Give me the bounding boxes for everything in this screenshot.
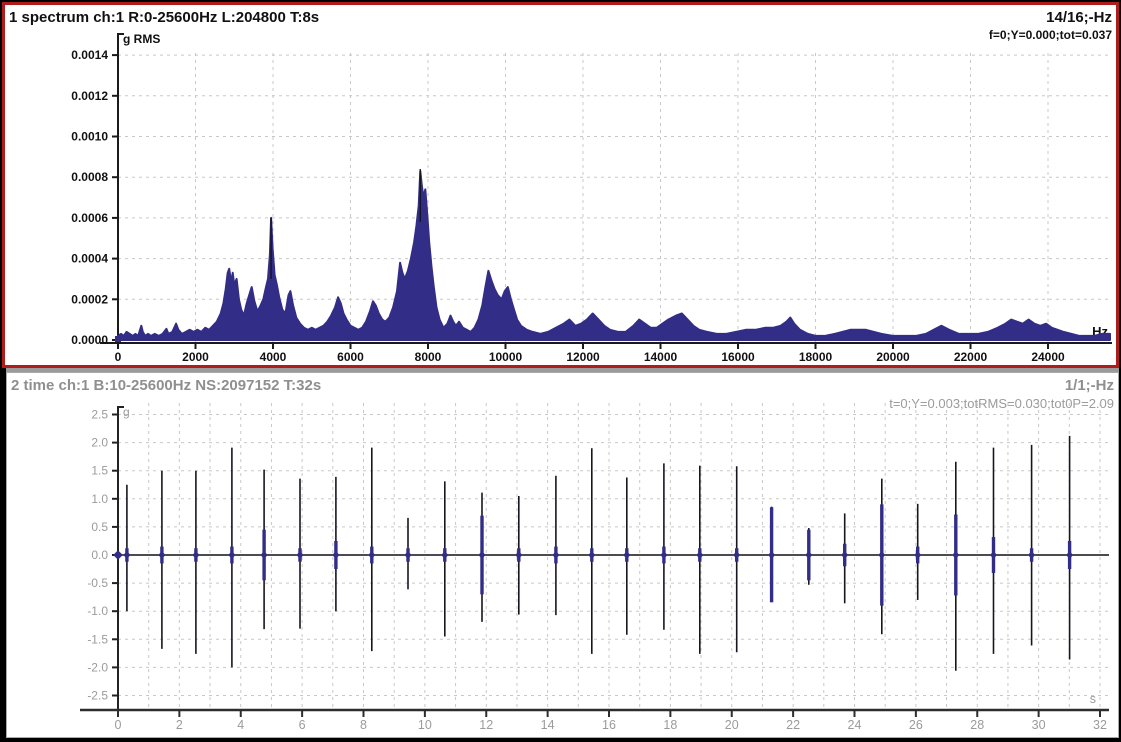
svg-text:0.0006: 0.0006 xyxy=(71,211,108,225)
svg-text:8: 8 xyxy=(360,718,367,732)
svg-text:4000: 4000 xyxy=(260,350,287,364)
svg-text:-0.5: -0.5 xyxy=(87,576,108,590)
svg-text:2.5: 2.5 xyxy=(91,408,108,422)
svg-text:22000: 22000 xyxy=(954,350,988,364)
svg-text:0: 0 xyxy=(115,350,122,364)
svg-text:24: 24 xyxy=(848,718,862,732)
time-plot[interactable]: 2.52.01.51.00.50.0-0.5-1.0-1.5-2.0-2.502… xyxy=(7,373,1118,737)
svg-text:28: 28 xyxy=(970,718,984,732)
svg-text:0.0014: 0.0014 xyxy=(71,48,108,62)
svg-text:0: 0 xyxy=(115,718,122,732)
svg-text:g RMS: g RMS xyxy=(123,32,160,46)
svg-text:14: 14 xyxy=(541,718,555,732)
svg-text:0.5: 0.5 xyxy=(91,520,108,534)
svg-text:20: 20 xyxy=(725,718,739,732)
analyzer-window: { "panels": { "spectrum": { "title": "1 … xyxy=(0,0,1121,742)
svg-text:12: 12 xyxy=(479,718,493,732)
svg-text:6000: 6000 xyxy=(337,350,364,364)
svg-text:12000: 12000 xyxy=(566,350,600,364)
svg-text:4: 4 xyxy=(237,718,244,732)
svg-text:s: s xyxy=(1090,692,1096,706)
svg-text:2000: 2000 xyxy=(182,350,209,364)
svg-text:26: 26 xyxy=(909,718,923,732)
svg-text:16: 16 xyxy=(602,718,616,732)
svg-text:-2.0: -2.0 xyxy=(87,660,108,674)
svg-text:18: 18 xyxy=(663,718,677,732)
svg-text:10: 10 xyxy=(418,718,432,732)
svg-text:20000: 20000 xyxy=(876,350,910,364)
svg-text:1.0: 1.0 xyxy=(91,492,108,506)
svg-text:-2.5: -2.5 xyxy=(87,689,108,703)
svg-text:18000: 18000 xyxy=(799,350,833,364)
svg-text:2: 2 xyxy=(176,718,183,732)
svg-text:16000: 16000 xyxy=(721,350,755,364)
svg-text:6: 6 xyxy=(299,718,306,732)
spectrum-plot[interactable]: 0.0014 0.0012 0.0010 0.0008 0.0006 0.0004 0.00… xyxy=(5,5,1116,365)
svg-text:0.0: 0.0 xyxy=(91,548,108,562)
svg-text:-1.0: -1.0 xyxy=(87,604,108,618)
svg-text:0.0008: 0.0008 xyxy=(71,170,108,184)
svg-text:30: 30 xyxy=(1032,718,1046,732)
svg-text:10000: 10000 xyxy=(489,350,523,364)
spectrum-panel[interactable]: 1 spectrum ch:1 R:0-25600Hz L:204800 T:8… xyxy=(2,2,1119,368)
svg-text:0.0010: 0.0010 xyxy=(71,130,108,144)
svg-text:0.0000: 0.0000 xyxy=(71,333,108,347)
svg-text:g: g xyxy=(123,405,130,419)
svg-text:-1.5: -1.5 xyxy=(87,632,108,646)
svg-text:32: 32 xyxy=(1093,718,1107,732)
svg-text:1.5: 1.5 xyxy=(91,464,108,478)
svg-text:2.0: 2.0 xyxy=(91,436,108,450)
svg-text:0.0012: 0.0012 xyxy=(71,89,108,103)
svg-text:24000: 24000 xyxy=(1031,350,1065,364)
svg-text:8000: 8000 xyxy=(415,350,442,364)
svg-text:14000: 14000 xyxy=(644,350,678,364)
svg-text:0.0002: 0.0002 xyxy=(71,292,108,306)
time-panel[interactable]: 2 time ch:1 B:10-25600Hz NS:2097152 T:32… xyxy=(6,372,1119,738)
svg-text:0.0004: 0.0004 xyxy=(71,252,108,266)
svg-text:22: 22 xyxy=(786,718,800,732)
